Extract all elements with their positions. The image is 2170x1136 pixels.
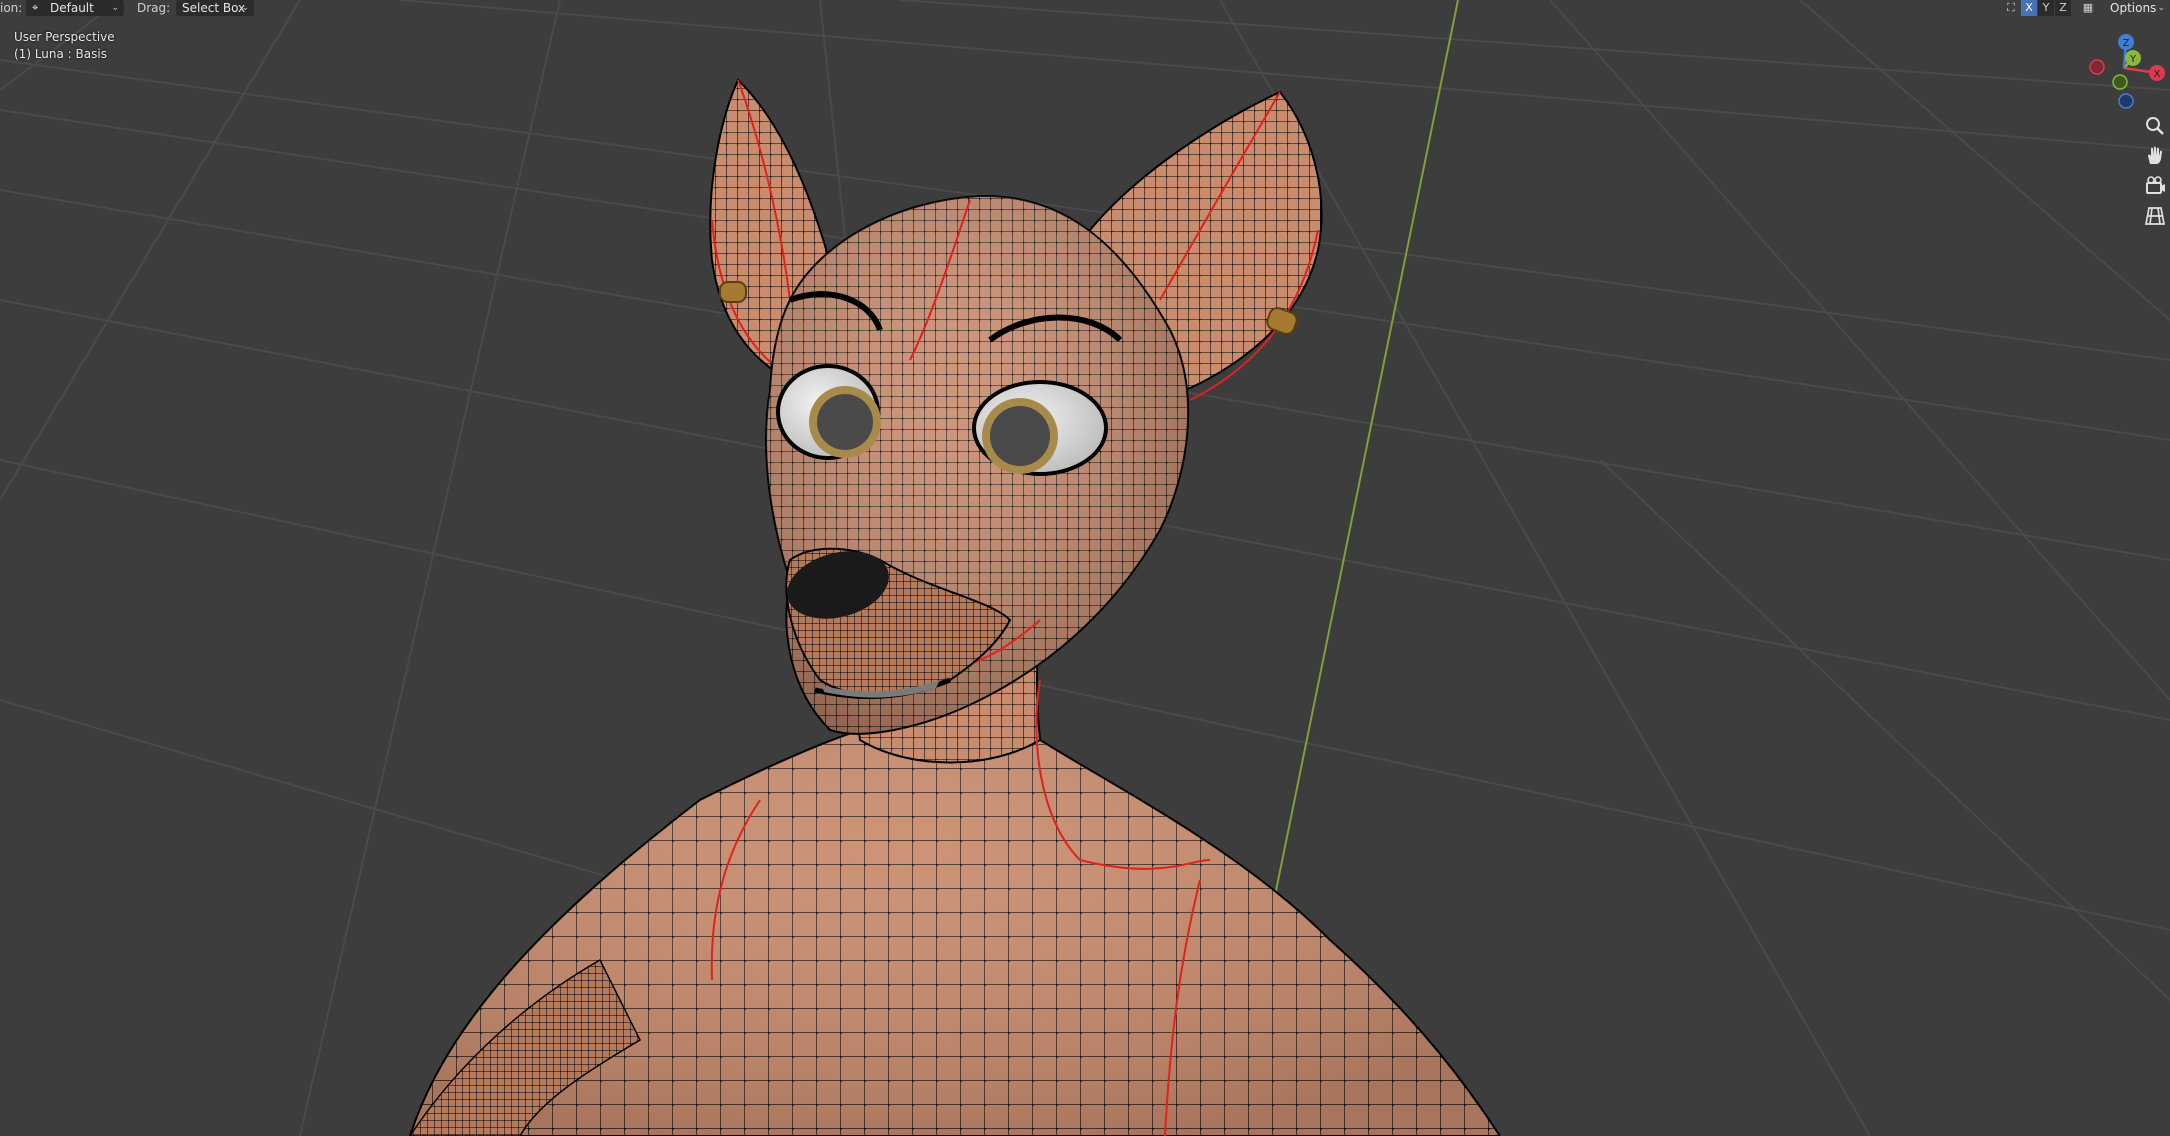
hand-pan-icon[interactable] — [2143, 144, 2167, 168]
zoom-icon[interactable] — [2143, 114, 2167, 138]
pos-y-handle[interactable]: Y — [2125, 50, 2141, 66]
axis-z-toggle[interactable]: Z — [2055, 0, 2071, 16]
chevron-down-icon: ⌄ — [241, 3, 249, 13]
drag-value: Select Box — [182, 1, 246, 15]
orientation-value: Default — [50, 1, 94, 15]
pivot-icon: ⌖ — [32, 1, 39, 14]
axis-y-label: Y — [2129, 54, 2137, 65]
right-eye — [972, 380, 1108, 476]
axis-x-label: X — [2154, 69, 2161, 80]
orientation-dropdown[interactable]: ⌖ Default ⌄ — [26, 0, 124, 16]
view-name: User Perspective — [14, 30, 115, 44]
overlay-toggle-icon[interactable]: ▦ — [2080, 0, 2096, 16]
gizmo-toggle-icon[interactable]: ⛶ — [2003, 0, 2019, 16]
chevron-down-icon: ⌄ — [2157, 3, 2165, 13]
left-earring — [719, 281, 747, 303]
left-eye — [776, 364, 881, 460]
axis-y-toggle[interactable]: Y — [2038, 0, 2054, 16]
axis-z-label: Z — [2123, 38, 2130, 49]
neg-z-handle[interactable] — [2118, 93, 2134, 109]
object-info: (1) Luna : Basis — [14, 47, 107, 61]
navigation-gizmo[interactable]: X Y Z — [2080, 28, 2170, 114]
options-dropdown[interactable]: Options ⌄ — [2104, 0, 2170, 16]
pos-x-handle[interactable]: X — [2149, 65, 2165, 81]
options-label: Options — [2110, 1, 2157, 15]
drag-label: Drag: — [137, 1, 171, 15]
axis-x-toggle[interactable]: X — [2021, 0, 2037, 16]
3d-viewport[interactable]: ion: ⌖ Default ⌄ Drag: Select Box ⌄ ⛶ X … — [0, 0, 2170, 1136]
orientation-label: ion: — [0, 1, 23, 15]
chevron-down-icon: ⌄ — [111, 3, 119, 13]
pos-z-handle[interactable]: Z — [2118, 34, 2134, 50]
drag-dropdown[interactable]: Select Box ⌄ — [176, 0, 254, 16]
viewport-header: ion: ⌖ Default ⌄ Drag: Select Box ⌄ ⛶ X … — [0, 0, 2170, 17]
neg-y-handle[interactable] — [2112, 74, 2128, 90]
grid-ortho-icon[interactable] — [2143, 204, 2167, 228]
camera-icon[interactable] — [2143, 174, 2167, 198]
neg-x-handle[interactable] — [2089, 59, 2105, 75]
scene-canvas[interactable] — [0, 0, 2170, 1136]
